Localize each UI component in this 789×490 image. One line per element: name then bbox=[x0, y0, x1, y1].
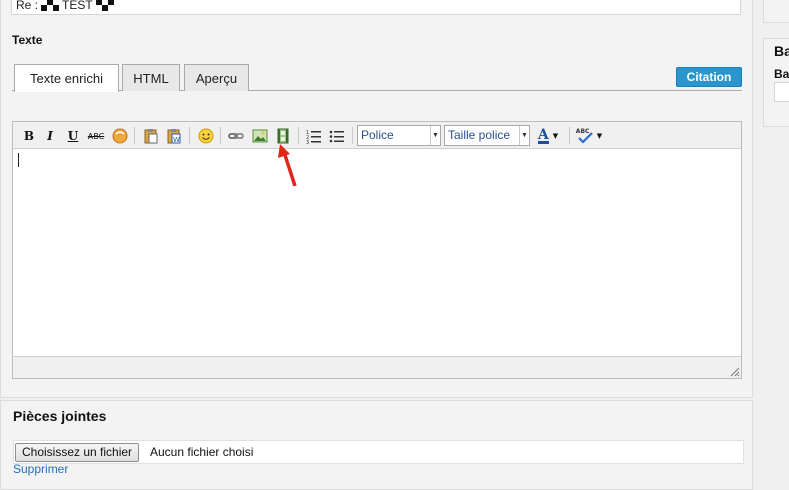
rich-text-editor[interactable]: B I U ABC W 123 Police ▼ Taille police ▼… bbox=[12, 121, 742, 379]
toolbar-separator bbox=[134, 127, 135, 144]
chevron-down-icon: ▼ bbox=[552, 132, 559, 140]
tab-texte-enrichi[interactable]: Texte enrichi bbox=[14, 64, 119, 92]
citation-button[interactable]: Citation bbox=[676, 67, 742, 87]
attachments-title: Pièces jointes bbox=[13, 408, 107, 424]
file-status: Aucun fichier choisi bbox=[150, 445, 254, 459]
underline-icon[interactable]: U bbox=[63, 126, 83, 146]
text-caret bbox=[18, 153, 19, 167]
texte-label: Texte bbox=[12, 33, 43, 47]
editor-statusbar bbox=[13, 356, 741, 378]
svg-text:W: W bbox=[173, 136, 180, 144]
right-panel-title: Ba bbox=[774, 43, 789, 59]
numbered-list-icon[interactable]: 123 bbox=[304, 126, 324, 146]
font-color-icon[interactable]: A ▼ bbox=[535, 126, 561, 146]
attachments-panel: Pièces jointes Choisissez un fichier Auc… bbox=[0, 400, 753, 490]
tab-html[interactable]: HTML bbox=[122, 64, 180, 91]
subject-prefix: Re : bbox=[16, 0, 39, 12]
font-color-letter: A bbox=[537, 126, 549, 144]
delete-link[interactable]: Supprimer bbox=[13, 462, 68, 476]
editor-toolbar: B I U ABC W 123 Police ▼ Taille police ▼… bbox=[13, 122, 741, 149]
right-panel-input[interactable] bbox=[774, 82, 789, 102]
right-panel-label: Ba bbox=[774, 67, 789, 81]
toolbar-separator bbox=[189, 127, 190, 144]
toolbar-separator bbox=[352, 127, 353, 144]
toolbar-separator bbox=[569, 127, 570, 144]
chevron-down-icon: ▼ bbox=[519, 126, 529, 145]
tab-apercu[interactable]: Aperçu bbox=[184, 64, 249, 91]
checker-glyph bbox=[95, 0, 114, 11]
link-icon[interactable] bbox=[226, 126, 246, 146]
right-panel: Ba Ba bbox=[763, 38, 789, 127]
font-family-select[interactable]: Police ▼ bbox=[357, 125, 441, 146]
paste-word-icon[interactable]: W bbox=[164, 126, 184, 146]
strikethrough-icon[interactable]: ABC bbox=[86, 126, 106, 146]
font-size-value: Taille police bbox=[448, 128, 511, 142]
toolbar-separator bbox=[220, 127, 221, 144]
chevron-down-icon: ▼ bbox=[596, 132, 603, 140]
image-icon[interactable] bbox=[250, 126, 270, 146]
subject-word: TEST bbox=[62, 0, 93, 12]
file-input: Choisissez un fichier Aucun fichier choi… bbox=[13, 440, 744, 464]
bulleted-list-icon[interactable] bbox=[327, 126, 347, 146]
subject-field[interactable]: Re : TEST bbox=[11, 0, 741, 15]
annotation-arrow-icon bbox=[278, 144, 297, 187]
choose-file-button[interactable]: Choisissez un fichier bbox=[15, 443, 140, 462]
chevron-down-icon: ▼ bbox=[430, 126, 440, 145]
bold-icon[interactable]: B bbox=[19, 126, 39, 146]
right-panel-top bbox=[763, 0, 789, 23]
italic-icon[interactable]: I bbox=[40, 126, 60, 146]
checker-glyph bbox=[41, 0, 60, 11]
paste-icon[interactable] bbox=[141, 126, 161, 146]
font-family-value: Police bbox=[361, 128, 394, 142]
font-size-select[interactable]: Taille police ▼ bbox=[444, 125, 530, 146]
editor-tabs: Texte enrichi HTML Aperçu Citation bbox=[12, 64, 742, 92]
mood-icon[interactable] bbox=[110, 126, 130, 146]
spellcheck-icon[interactable]: ABC ▼ bbox=[574, 126, 604, 146]
resize-grip-icon[interactable] bbox=[729, 366, 740, 377]
svg-text:3: 3 bbox=[306, 140, 309, 144]
smiley-icon[interactable] bbox=[196, 126, 216, 146]
